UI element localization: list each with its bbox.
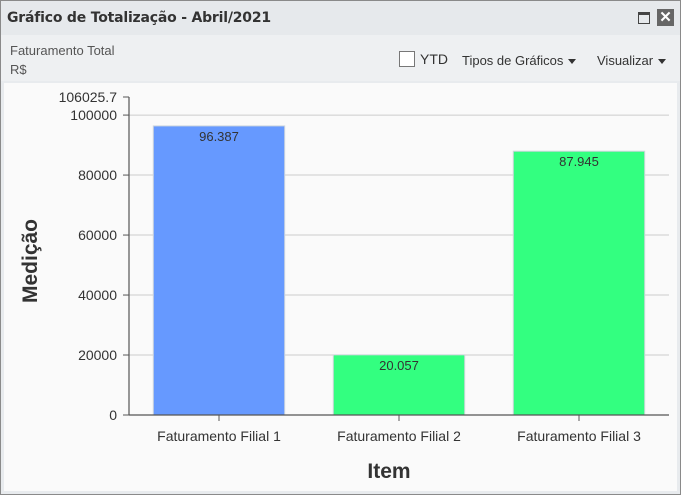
chart-types-menu[interactable]: Tipos de Gráficos	[462, 53, 577, 68]
y-tick-label: 40000	[78, 287, 117, 303]
y-tick-label: 60000	[78, 227, 117, 243]
y-axis-label: Medição	[19, 219, 42, 303]
y-tick-label: 106025.7	[59, 89, 118, 105]
chart-subtitle: Faturamento Total	[10, 43, 115, 58]
chart-area: 96.387 Faturamento Filial 1 20.057 Faturame…	[4, 83, 677, 491]
y-tick-label: 80000	[78, 167, 117, 183]
view-menu-label: Visualizar	[597, 53, 654, 68]
bar-value-label: 20.057	[379, 358, 419, 373]
ytd-checkbox[interactable]	[399, 51, 415, 67]
y-tick-label: 0	[109, 407, 117, 423]
x-axis-label: Item	[367, 460, 410, 483]
chart-unit: R$	[10, 62, 27, 77]
chart-types-label: Tipos de Gráficos	[462, 53, 564, 68]
chart-toolbar: Faturamento Total R$ YTD Tipos de Gráfic…	[1, 35, 680, 81]
x-tick-label: Faturamento Filial 2	[337, 428, 461, 444]
window-title: Gráfico de Totalização - Abril/2021	[7, 10, 271, 26]
bar-value-label: 87.945	[559, 154, 599, 169]
caret-down-icon	[568, 59, 577, 65]
bar-chart: 96.387 Faturamento Filial 1 20.057 Faturame…	[19, 89, 669, 483]
title-bar[interactable]: Gráfico de Totalização - Abril/2021 ✕	[1, 1, 680, 35]
bar-value-label: 96.387	[199, 129, 239, 144]
bar	[512, 150, 646, 416]
x-tick-label: Faturamento Filial 1	[157, 428, 281, 444]
caret-down-icon	[658, 59, 667, 65]
close-icon[interactable]: ✕	[657, 9, 674, 26]
y-tick-label: 20000	[78, 347, 117, 363]
chart-window: Gráfico de Totalização - Abril/2021 ✕ Fa…	[0, 0, 681, 495]
y-tick-label: 100000	[70, 107, 117, 123]
maximize-icon[interactable]	[638, 12, 650, 24]
view-menu[interactable]: Visualizar	[597, 53, 667, 68]
x-tick-label: Faturamento Filial 3	[517, 428, 641, 444]
bar	[152, 125, 286, 416]
ytd-label[interactable]: YTD	[420, 51, 448, 67]
